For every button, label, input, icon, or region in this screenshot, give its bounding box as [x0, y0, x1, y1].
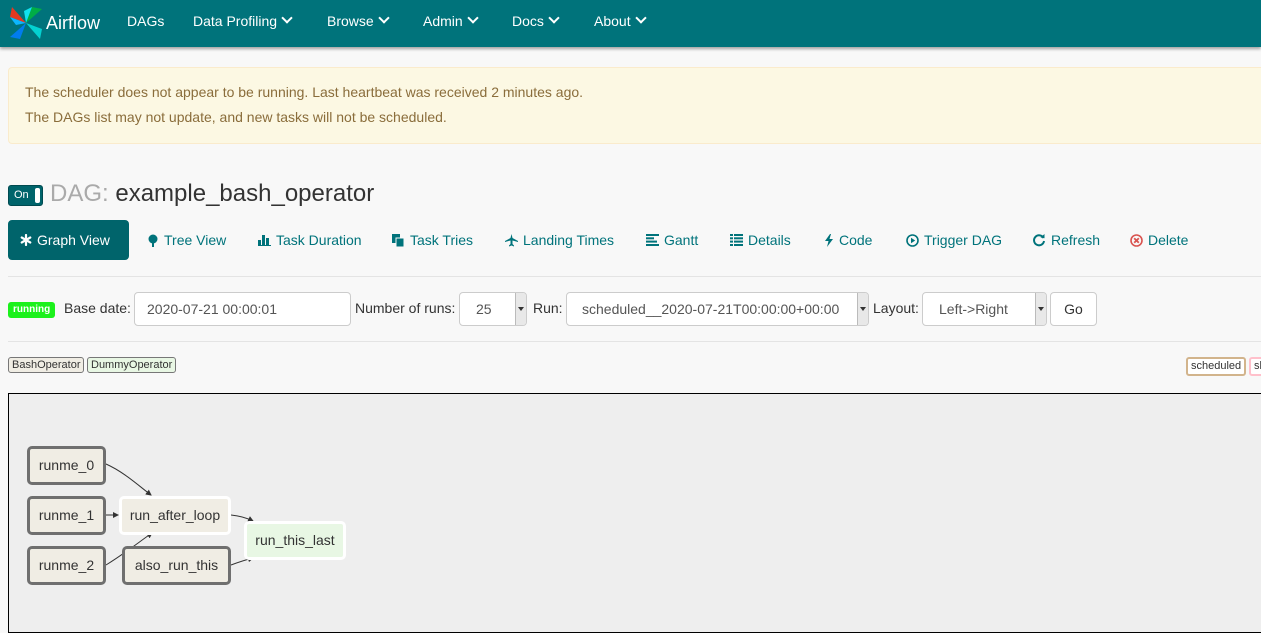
chevron-down-icon: [857, 293, 868, 325]
dag-view-tabs: Graph View Tree View Task Duration Task …: [8, 220, 1261, 277]
bar-chart-icon: [258, 235, 271, 246]
tab-task-tries[interactable]: Task Tries: [392, 220, 473, 260]
nav-browse[interactable]: Browse: [327, 0, 390, 47]
task-node-runme-2[interactable]: runme_2: [27, 546, 106, 585]
edge-runme0-run-after-loop: [105, 463, 152, 496]
legend-state-scheduled[interactable]: scheduled: [1186, 357, 1247, 376]
flash-icon: [825, 233, 833, 247]
list-icon: [730, 234, 743, 246]
tab-code[interactable]: Code: [824, 220, 872, 260]
dag-prefix: DAG:: [50, 180, 109, 207]
divider: [8, 341, 1261, 342]
run-label: Run:: [533, 300, 563, 316]
chevron-down-icon: [378, 12, 390, 24]
num-runs-select[interactable]: 25: [459, 292, 527, 326]
run-select[interactable]: scheduled__2020-07-21T00:00:00+00:00: [566, 292, 869, 326]
legend-dummy-operator: DummyOperator: [87, 357, 177, 373]
tab-details[interactable]: Details: [730, 220, 791, 260]
align-left-icon: [646, 234, 659, 246]
layout-select[interactable]: Left->Right: [922, 292, 1047, 326]
remove-circle-icon: [1130, 233, 1143, 247]
nav-dags[interactable]: DAGs: [127, 0, 164, 47]
tab-trigger-dag[interactable]: Trigger DAG: [906, 220, 1002, 260]
scheduler-warning-alert: The scheduler does not appear to be runn…: [8, 67, 1261, 144]
legend-state-skipped[interactable]: sk: [1249, 357, 1261, 376]
base-date-input[interactable]: 2020-07-21 00:00:01: [134, 292, 351, 326]
tab-task-duration[interactable]: Task Duration: [258, 220, 362, 260]
asterisk-icon: [20, 234, 32, 246]
chevron-down-icon: [281, 12, 293, 24]
task-node-runme-0[interactable]: runme_0: [27, 446, 106, 485]
tab-refresh[interactable]: Refresh: [1032, 220, 1100, 260]
nav-admin[interactable]: Admin: [423, 0, 479, 47]
plane-icon: [505, 233, 518, 246]
alert-line-2: The DAGs list may not update, and new ta…: [25, 109, 447, 125]
tab-delete[interactable]: Delete: [1130, 220, 1188, 260]
graph-controls-form: running Base date: 2020-07-21 00:00:01 N…: [0, 290, 1261, 330]
nav-about[interactable]: About: [594, 0, 647, 47]
tab-tree-view[interactable]: Tree View: [147, 220, 226, 260]
toggle-label: On: [14, 189, 29, 201]
nav-data-profiling[interactable]: Data Profiling: [193, 0, 293, 47]
go-button[interactable]: Go: [1050, 292, 1097, 326]
chevron-down-icon: [634, 12, 647, 24]
tab-landing-times[interactable]: Landing Times: [505, 220, 614, 260]
chevron-down-icon: [548, 12, 560, 24]
refresh-icon: [1033, 234, 1045, 247]
nav-docs[interactable]: Docs: [512, 0, 560, 47]
chevron-down-icon: [1035, 293, 1046, 325]
play-circle-icon: [906, 233, 919, 247]
dag-pause-toggle[interactable]: On: [8, 185, 43, 206]
navbar: Airflow DAGs Data Profiling Browse Admin…: [0, 0, 1261, 47]
task-node-also-run-this[interactable]: also_run_this: [122, 546, 231, 585]
brand-name: Airflow: [46, 12, 101, 33]
num-runs-label: Number of runs:: [355, 300, 456, 316]
chevron-down-icon: [515, 293, 526, 325]
status-badge: running: [8, 302, 56, 318]
alert-line-1: The scheduler does not appear to be runn…: [25, 84, 584, 100]
tree-icon: [148, 234, 158, 247]
dag-graph-canvas[interactable]: runme_0 runme_1 runme_2 run_after_loop a…: [8, 393, 1261, 633]
base-date-label: Base date:: [64, 300, 131, 316]
task-node-run-this-last[interactable]: run_this_last: [244, 521, 346, 560]
airflow-logo-icon: [10, 7, 42, 39]
brand-link[interactable]: Airflow: [8, 4, 100, 42]
legend-bash-operator: BashOperator: [8, 357, 85, 373]
task-node-run-after-loop[interactable]: run_after_loop: [119, 496, 231, 535]
layout-label: Layout:: [873, 300, 919, 316]
chevron-down-icon: [467, 12, 479, 24]
tab-graph-view[interactable]: Graph View: [8, 220, 129, 260]
duplicate-icon: [392, 233, 405, 247]
page-title: DAG: example_bash_operator: [50, 180, 374, 208]
dag-name: example_bash_operator: [115, 180, 375, 207]
tab-gantt[interactable]: Gantt: [646, 220, 698, 260]
task-node-runme-1[interactable]: runme_1: [27, 496, 106, 535]
toggle-knob: [35, 188, 40, 203]
